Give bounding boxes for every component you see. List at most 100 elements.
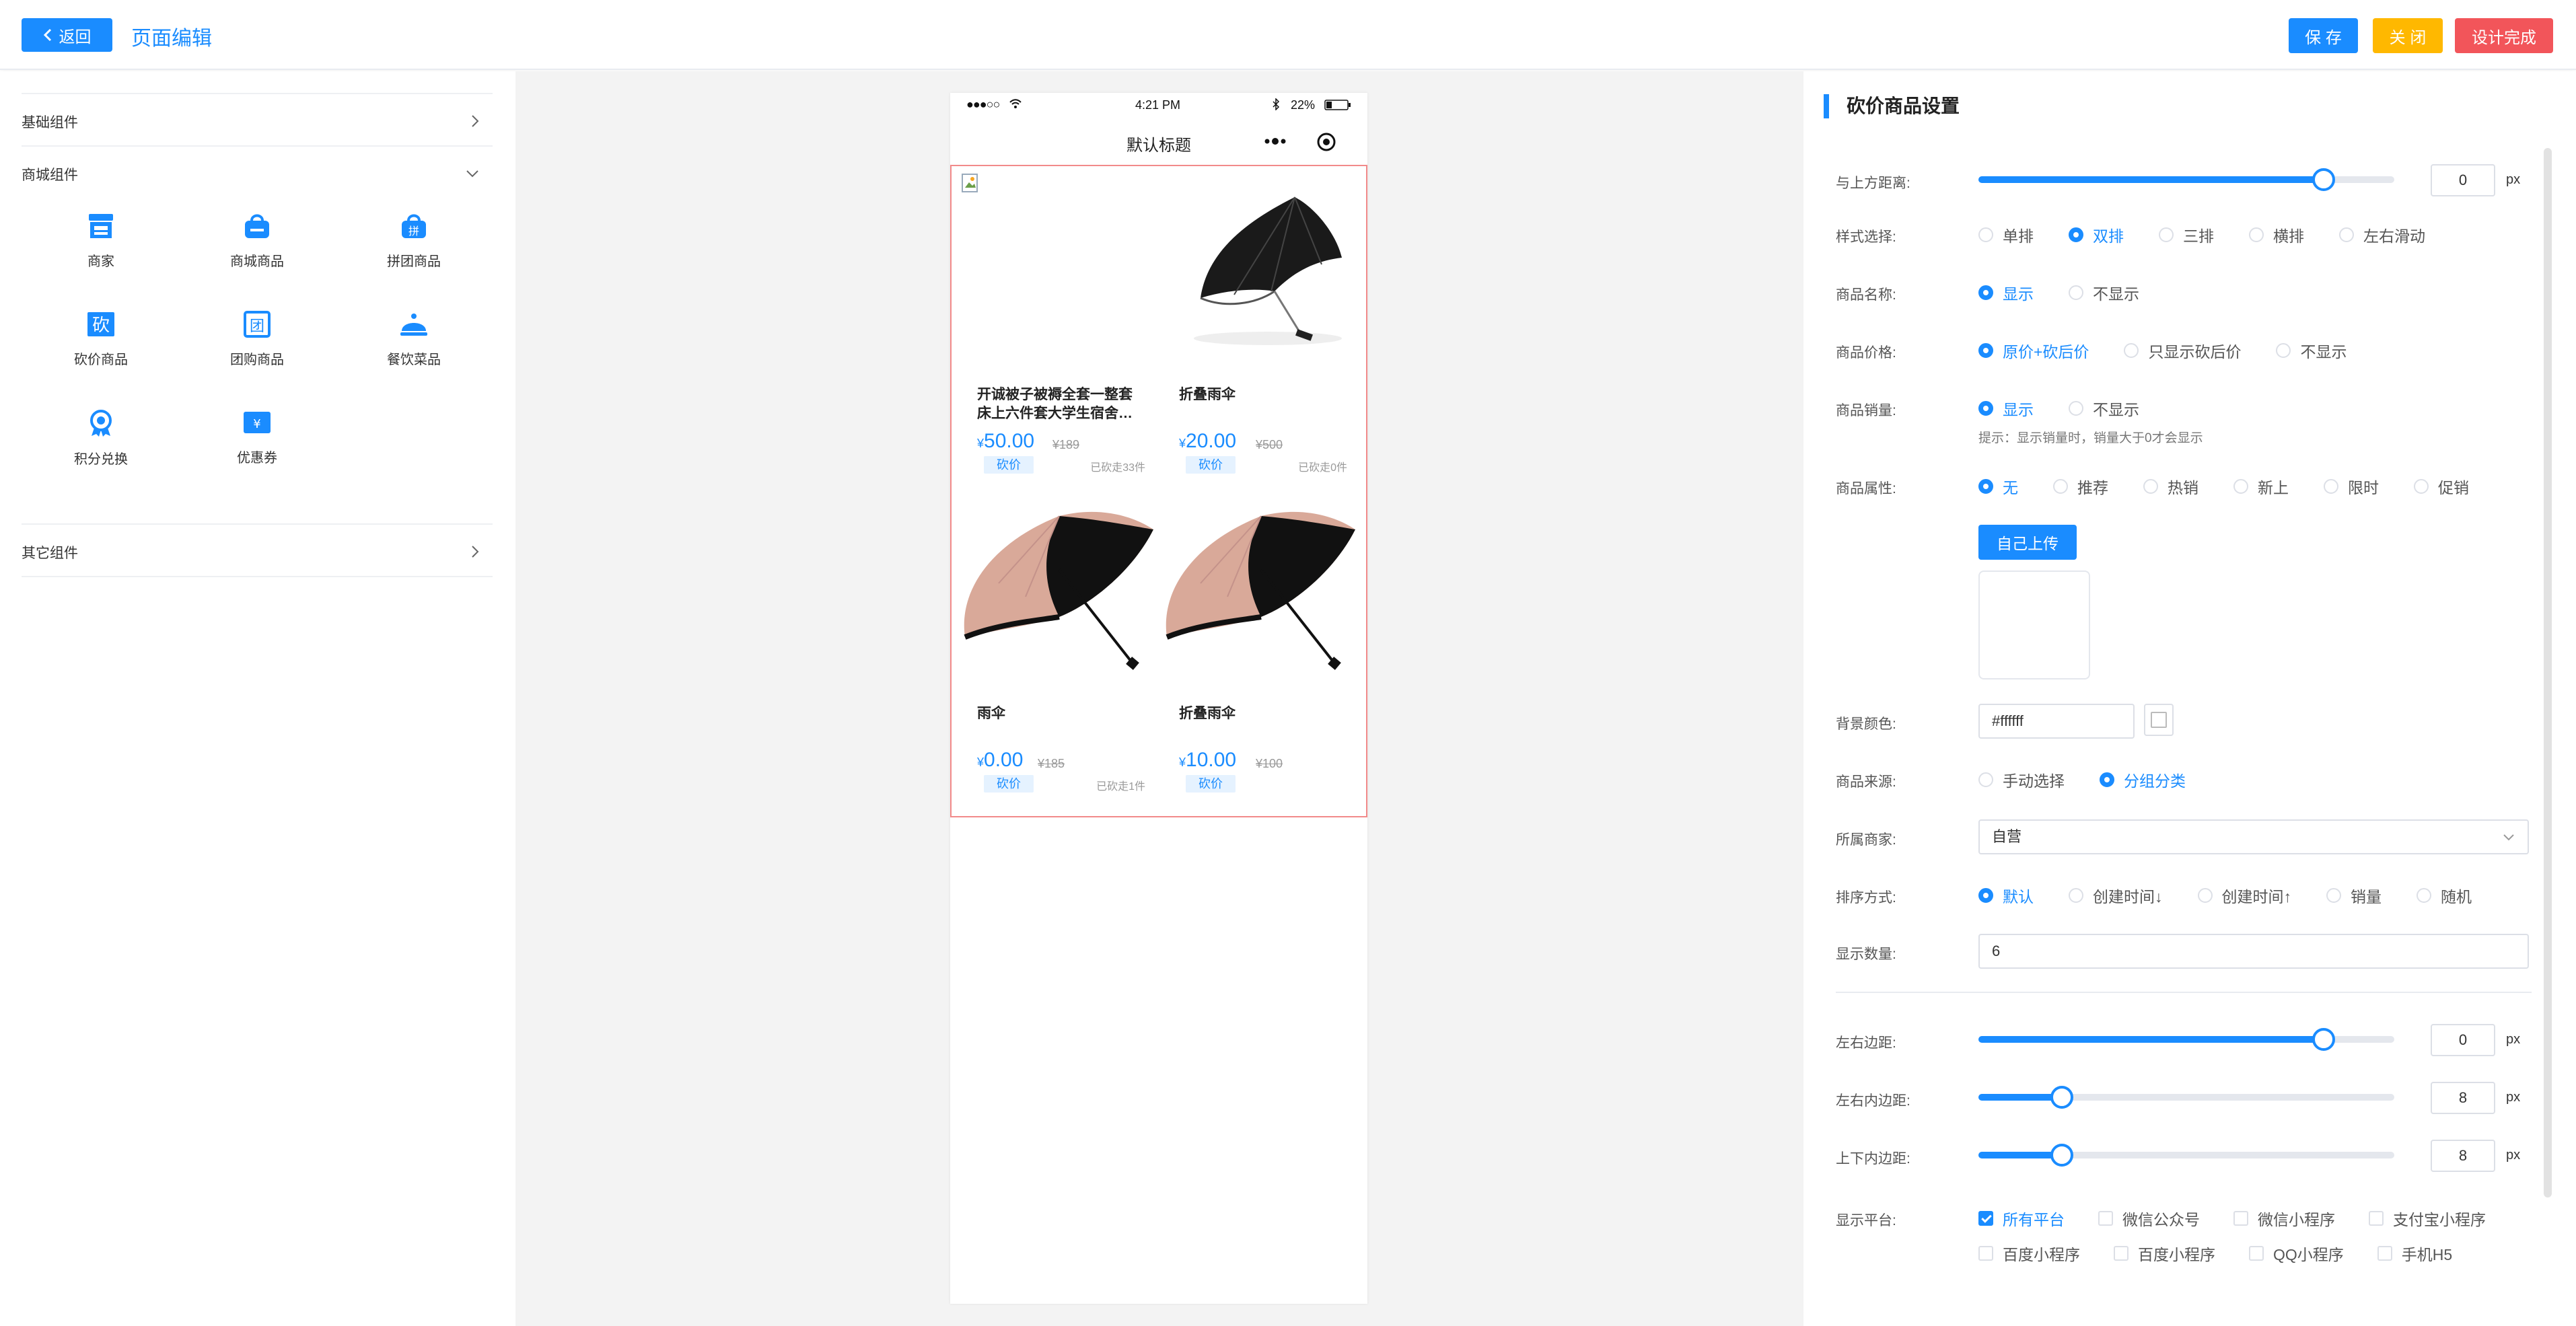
radio-option[interactable]: 显示 xyxy=(1978,397,2034,420)
component-mall-goods[interactable]: 商城商品 xyxy=(203,213,311,270)
color-picker-swatch[interactable] xyxy=(2144,704,2174,736)
merchant-select[interactable]: 自营 xyxy=(1978,819,2529,854)
radio-circle[interactable] xyxy=(2124,343,2139,358)
radio-circle[interactable] xyxy=(2249,227,2264,242)
radio-option[interactable]: 热销 xyxy=(2143,475,2198,498)
platform-checkbox[interactable]: 百度小程序 xyxy=(2114,1242,2215,1265)
tb-padding-input[interactable]: 8 xyxy=(2431,1140,2495,1172)
platform-checkbox[interactable]: 百度小程序 xyxy=(1978,1242,2080,1265)
display-count-input[interactable]: 6 xyxy=(1978,934,2529,969)
platform-checkbox[interactable]: 支付宝小程序 xyxy=(2369,1207,2486,1230)
checkbox-box[interactable] xyxy=(2377,1246,2392,1261)
radio-circle[interactable] xyxy=(1978,401,1993,416)
slider-handle[interactable] xyxy=(2312,1028,2335,1051)
lr-margin-slider[interactable] xyxy=(1978,1028,2394,1051)
slider-handle[interactable] xyxy=(2050,1086,2073,1109)
checkbox-box[interactable] xyxy=(1978,1211,1993,1226)
radio-option[interactable]: 显示 xyxy=(1978,281,2034,304)
radio-circle[interactable] xyxy=(2326,888,2341,903)
radio-option[interactable]: 横排 xyxy=(2249,223,2304,246)
radio-option[interactable]: 只显示砍后价 xyxy=(2124,339,2241,362)
lr-padding-input[interactable]: 8 xyxy=(2431,1082,2495,1114)
top-margin-input[interactable]: 0 xyxy=(2431,164,2495,196)
radio-option[interactable]: 三排 xyxy=(2159,223,2214,246)
radio-option[interactable]: 不显示 xyxy=(2276,339,2347,362)
goods-card[interactable]: 折叠雨伞 ¥10.00 ¥100 砍价 xyxy=(1160,489,1355,805)
component-points[interactable]: 积分兑换 xyxy=(47,409,155,468)
radio-circle[interactable] xyxy=(2197,888,2213,903)
section-other-components[interactable]: 其它组件 xyxy=(22,523,493,577)
more-dots-icon[interactable] xyxy=(1264,137,1287,146)
goods-card[interactable]: 开诚被子被褥全套一整套床上六件套大学生宿舍… ¥50.00 ¥189 砍价 已砍… xyxy=(958,170,1153,486)
top-margin-slider[interactable] xyxy=(1978,168,2394,191)
radio-option[interactable]: 创建时间↑ xyxy=(2197,884,2291,907)
radio-circle[interactable] xyxy=(2069,401,2083,416)
lr-margin-input[interactable]: 0 xyxy=(2431,1024,2495,1056)
component-team-goods[interactable]: 团 团购商品 xyxy=(203,311,311,368)
self-upload-button[interactable]: 自己上传 xyxy=(1978,525,2077,560)
radio-circle[interactable] xyxy=(1978,888,1993,903)
radio-option[interactable]: 默认 xyxy=(1978,884,2034,907)
bg-color-input[interactable]: #ffffff xyxy=(1978,704,2135,739)
radio-option[interactable]: 推荐 xyxy=(2053,475,2108,498)
lr-padding-slider[interactable] xyxy=(1978,1086,2394,1109)
radio-option[interactable]: 无 xyxy=(1978,475,2018,498)
radio-option[interactable]: 双排 xyxy=(2069,223,2124,246)
close-button[interactable]: 关 闭 xyxy=(2373,18,2443,53)
tb-padding-slider[interactable] xyxy=(1978,1144,2394,1167)
radio-option[interactable]: 不显示 xyxy=(2069,397,2139,420)
radio-option[interactable]: 创建时间↓ xyxy=(2069,884,2163,907)
platform-checkbox[interactable]: 手机H5 xyxy=(2377,1242,2452,1265)
radio-circle[interactable] xyxy=(2417,888,2431,903)
radio-circle[interactable] xyxy=(2339,227,2354,242)
checkbox-box[interactable] xyxy=(1978,1246,1993,1261)
section-mall-components[interactable]: 商城组件 xyxy=(22,147,493,200)
radio-circle[interactable] xyxy=(2143,479,2158,494)
radio-option[interactable]: 手动选择 xyxy=(1978,768,2065,791)
radio-circle[interactable] xyxy=(1978,227,1993,242)
radio-circle[interactable] xyxy=(2100,772,2114,787)
upload-preview-box[interactable] xyxy=(1978,570,2090,679)
radio-option[interactable]: 销量 xyxy=(2326,884,2382,907)
back-button[interactable]: 返回 xyxy=(22,18,112,52)
radio-option[interactable]: 不显示 xyxy=(2069,281,2139,304)
platform-checkbox[interactable]: QQ小程序 xyxy=(2249,1242,2344,1265)
slider-handle[interactable] xyxy=(2050,1144,2073,1167)
slider-handle[interactable] xyxy=(2312,168,2335,191)
radio-circle[interactable] xyxy=(2414,479,2429,494)
component-shop[interactable]: 商家 xyxy=(47,213,155,270)
radio-circle[interactable] xyxy=(2053,479,2068,494)
platform-checkbox[interactable]: 所有平台 xyxy=(1978,1207,2065,1230)
checkbox-box[interactable] xyxy=(2233,1211,2248,1226)
radio-circle[interactable] xyxy=(2069,285,2083,300)
save-button[interactable]: 保 存 xyxy=(2289,18,2358,53)
component-group-goods[interactable]: 拼 拼团商品 xyxy=(360,213,468,270)
radio-circle[interactable] xyxy=(1978,772,1993,787)
radio-circle[interactable] xyxy=(2069,227,2083,242)
radio-circle[interactable] xyxy=(2159,227,2174,242)
radio-circle[interactable] xyxy=(2069,888,2083,903)
settings-scrollbar[interactable] xyxy=(2544,148,2552,1198)
goods-card[interactable]: 折叠雨伞 ¥20.00 ¥500 砍价 已砍走0件 xyxy=(1160,170,1355,486)
goods-card[interactable]: 雨伞 ¥0.00 ¥185 砍价 已砍走1件 xyxy=(958,489,1153,805)
radio-option[interactable]: 左右滑动 xyxy=(2339,223,2425,246)
design-done-button[interactable]: 设计完成 xyxy=(2455,18,2553,53)
radio-circle[interactable] xyxy=(2324,479,2338,494)
radio-option[interactable]: 限时 xyxy=(2324,475,2379,498)
radio-circle[interactable] xyxy=(1978,285,1993,300)
radio-option[interactable]: 新上 xyxy=(2233,475,2289,498)
radio-option[interactable]: 分组分类 xyxy=(2100,768,2186,791)
capsule-close-icon[interactable] xyxy=(1316,132,1336,152)
radio-circle[interactable] xyxy=(2233,479,2248,494)
checkbox-box[interactable] xyxy=(2114,1246,2128,1261)
radio-option[interactable]: 促销 xyxy=(2414,475,2469,498)
radio-circle[interactable] xyxy=(1978,343,1993,358)
section-basic-components[interactable]: 基础组件 xyxy=(22,93,493,147)
platform-checkbox[interactable]: 微信小程序 xyxy=(2233,1207,2335,1230)
radio-circle[interactable] xyxy=(1978,479,1993,494)
radio-option[interactable]: 随机 xyxy=(2417,884,2472,907)
component-food[interactable]: 餐饮菜品 xyxy=(360,311,468,368)
checkbox-box[interactable] xyxy=(2249,1246,2264,1261)
platform-checkbox[interactable]: 微信公众号 xyxy=(2098,1207,2200,1230)
checkbox-box[interactable] xyxy=(2098,1211,2113,1226)
